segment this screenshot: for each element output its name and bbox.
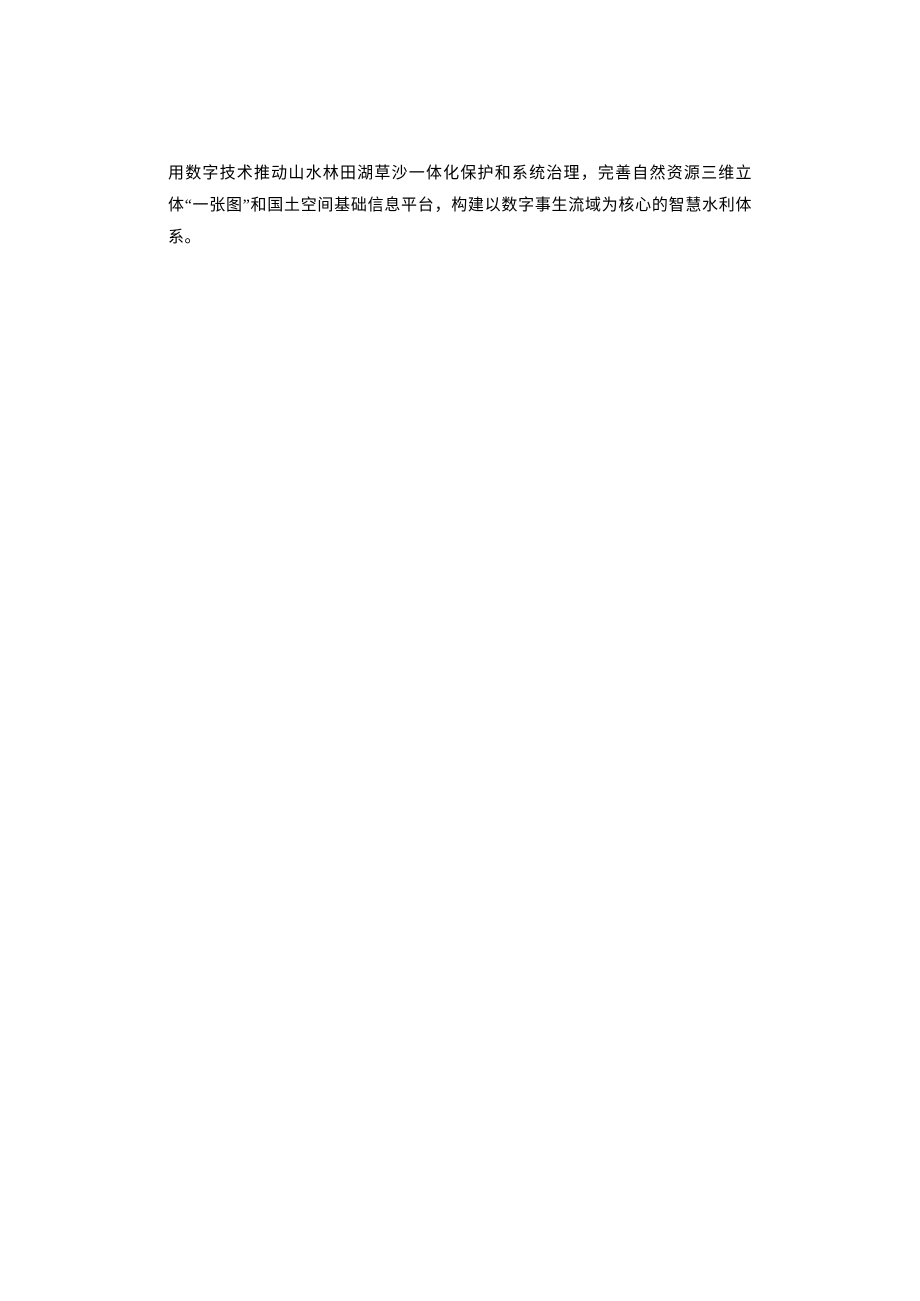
document-page: 用数字技术推动山水林田湖草沙一体化保护和系统治理，完善自然资源三维立体“一张图”… [168,158,752,254]
body-paragraph: 用数字技术推动山水林田湖草沙一体化保护和系统治理，完善自然资源三维立体“一张图”… [168,158,752,254]
